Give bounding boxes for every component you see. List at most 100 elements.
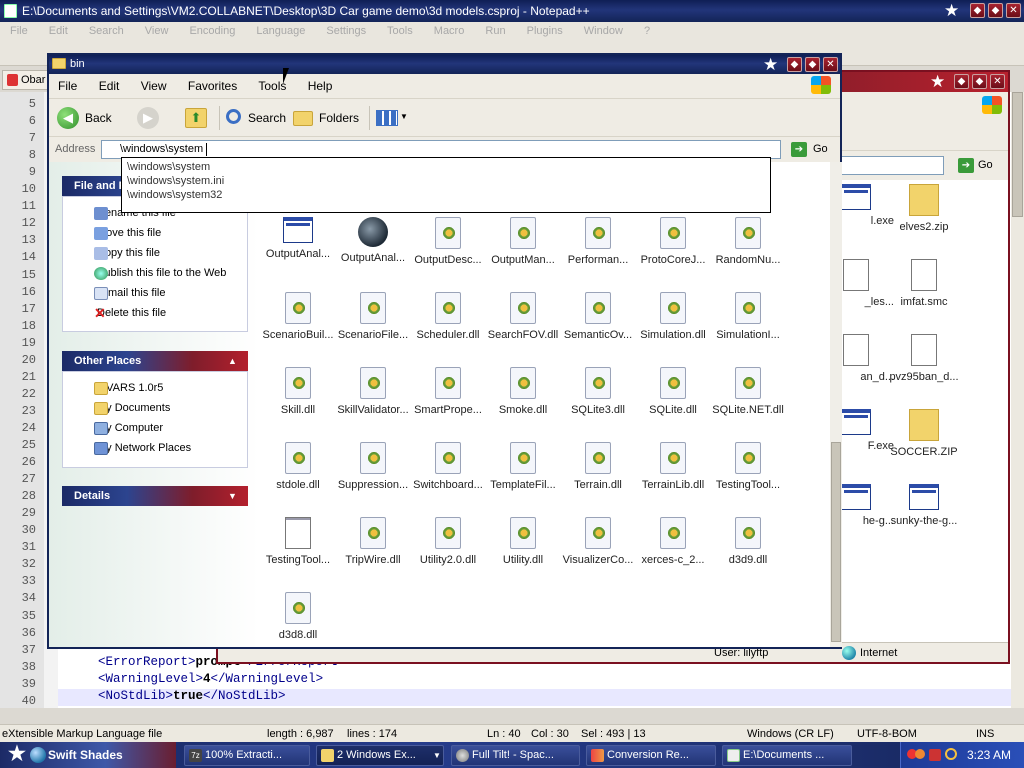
taskbar-item-notepadpp[interactable]: E:\Documents ... — [722, 745, 852, 766]
file-item[interactable]: OutputAnal... — [335, 217, 411, 264]
delete-file-link[interactable]: ✕ Delete this file — [75, 306, 166, 320]
other-places-header[interactable]: Other Places ▲ — [62, 351, 248, 371]
minimize-button[interactable]: ◆ — [954, 74, 969, 89]
menu-edit[interactable]: Edit — [99, 79, 120, 93]
file-item[interactable]: xerces-c_2... — [635, 517, 711, 566]
file-item[interactable]: TerrainLib.dll — [635, 442, 711, 491]
menu-view[interactable]: View — [141, 79, 167, 93]
file-item[interactable]: SQLite3.dll — [560, 367, 636, 416]
file-item[interactable]: Terrain.dll — [560, 442, 636, 491]
go-button[interactable]: ➔ Go — [791, 140, 835, 159]
file-item[interactable]: d3d8.dll — [260, 592, 336, 641]
back-button[interactable]: ◀ Back ▼ — [57, 106, 123, 148]
file-item[interactable]: d3d9.dll — [710, 517, 786, 566]
search-icon[interactable] — [945, 748, 957, 760]
close-button[interactable]: ✕ — [990, 74, 1005, 89]
taskbar-item-full-tilt[interactable]: Full Tilt! - Spac... — [451, 745, 580, 766]
editor-scrollbar[interactable] — [1011, 92, 1024, 708]
menu-favorites[interactable]: Favorites — [188, 79, 237, 93]
menu-edit[interactable]: Edit — [49, 25, 68, 37]
autocomplete-item[interactable]: \windows\system.ini — [127, 175, 224, 187]
file-item[interactable]: Switchboard... — [410, 442, 486, 491]
file-item[interactable]: TemplateFil... — [485, 442, 561, 491]
tray-icon-3[interactable] — [929, 749, 941, 761]
minimize-button[interactable]: ◆ — [787, 57, 802, 72]
bg-file-item[interactable]: SOCCER.ZIP — [886, 409, 962, 458]
search-button[interactable]: Search — [219, 106, 286, 130]
file-item[interactable]: ProtoCoreJ... — [635, 217, 711, 266]
scrollbar-thumb[interactable] — [831, 442, 841, 642]
file-item[interactable]: TripWire.dll — [335, 517, 411, 566]
file-item[interactable]: SemanticOv... — [560, 292, 636, 341]
file-item[interactable]: Smoke.dll — [485, 367, 561, 416]
file-item[interactable]: SearchFOV.dll — [485, 292, 561, 341]
other-place-my-documents[interactable]: My Documents — [75, 402, 170, 415]
forward-button[interactable]: ▶ — [137, 107, 159, 129]
menu-tools[interactable]: Tools — [387, 25, 413, 37]
copy-file-link[interactable]: Copy this file — [75, 247, 160, 260]
tray-icon-2[interactable] — [915, 749, 925, 759]
autocomplete-item[interactable]: \windows\system — [127, 161, 210, 173]
move-file-link[interactable]: Move this file — [75, 227, 161, 240]
menu-file[interactable]: File — [58, 79, 77, 93]
expand-icon[interactable]: ▼ — [228, 486, 237, 506]
other-place-network[interactable]: My Network Places — [75, 442, 191, 455]
bg-file-item[interactable]: pvz95ban_d... — [886, 334, 962, 383]
other-place-mvars[interactable]: MVARS 1.0r5 — [75, 382, 163, 395]
taskbar-item-conversion[interactable]: Conversion Re... — [586, 745, 716, 766]
up-folder-icon[interactable]: ⬆ — [185, 108, 207, 128]
maximize-button[interactable]: ◆ — [805, 57, 820, 72]
file-item[interactable]: TestingTool... — [710, 442, 786, 491]
minimize-button[interactable]: ◆ — [970, 3, 985, 18]
menu-file[interactable]: File — [10, 25, 28, 37]
notepadpp-tab[interactable]: Obar — [2, 70, 48, 90]
file-item[interactable]: Scheduler.dll — [410, 292, 486, 341]
details-header[interactable]: Details ▼ — [62, 486, 248, 506]
autocomplete-item[interactable]: \windows\system32 — [127, 189, 222, 201]
menu-language[interactable]: Language — [256, 25, 305, 37]
file-item[interactable]: OutputAnal... — [260, 217, 336, 260]
bg-go-button[interactable]: ➔ Go — [958, 156, 1004, 175]
menu-settings[interactable]: Settings — [326, 25, 366, 37]
menu-help[interactable]: ? — [644, 25, 650, 37]
file-item[interactable]: SmartPrope... — [410, 367, 486, 416]
menu-plugins[interactable]: Plugins — [527, 25, 563, 37]
file-item[interactable]: SQLite.NET.dll — [710, 367, 786, 416]
file-item[interactable]: SQLite.dll — [635, 367, 711, 416]
taskbar-item-extract[interactable]: 7z 100% Extracti... — [184, 745, 310, 766]
file-item[interactable]: Suppression... — [335, 442, 411, 491]
email-file-link[interactable]: E-mail this file — [75, 287, 165, 300]
menu-search[interactable]: Search — [89, 25, 124, 37]
file-item[interactable]: Simulation.dll — [635, 292, 711, 341]
other-place-my-computer[interactable]: My Computer — [75, 422, 163, 435]
collapse-icon[interactable]: ▲ — [228, 351, 237, 371]
maximize-button[interactable]: ◆ — [972, 74, 987, 89]
file-item[interactable]: stdole.dll — [260, 442, 336, 491]
file-item[interactable]: TestingTool... — [260, 517, 336, 566]
file-item[interactable]: OutputDesc... — [410, 217, 486, 266]
explorer-scrollbar[interactable] — [830, 162, 842, 647]
file-item[interactable]: Utility2.0.dll — [410, 517, 486, 566]
bg-file-item[interactable]: imfat.smc — [886, 259, 962, 308]
file-item[interactable]: Skill.dll — [260, 367, 336, 416]
start-button[interactable]: ★ Swift Shades — [0, 742, 176, 768]
file-item[interactable]: SkillValidator... — [335, 367, 411, 416]
publish-web-link[interactable]: Publish this file to the Web — [75, 267, 226, 280]
menu-help[interactable]: Help — [308, 79, 333, 93]
menu-encoding[interactable]: Encoding — [189, 25, 235, 37]
file-item[interactable]: Performan... — [560, 217, 636, 266]
taskbar-item-windows-explorer[interactable]: 2 Windows Ex... ▼ — [316, 745, 444, 766]
file-item[interactable]: ScenarioFile... — [335, 292, 411, 341]
file-item[interactable]: SimulationI... — [710, 292, 786, 341]
scrollbar-thumb[interactable] — [1012, 92, 1023, 217]
file-item[interactable]: Utility.dll — [485, 517, 561, 566]
bg-file-item[interactable]: elves2.zip — [886, 184, 962, 233]
menu-window[interactable]: Window — [584, 25, 623, 37]
file-item[interactable]: RandomNu... — [710, 217, 786, 266]
menu-macro[interactable]: Macro — [434, 25, 465, 37]
file-item[interactable]: OutputMan... — [485, 217, 561, 266]
menu-view[interactable]: View — [145, 25, 169, 37]
maximize-button[interactable]: ◆ — [988, 3, 1003, 18]
menu-run[interactable]: Run — [485, 25, 505, 37]
close-button[interactable]: ✕ — [823, 57, 838, 72]
